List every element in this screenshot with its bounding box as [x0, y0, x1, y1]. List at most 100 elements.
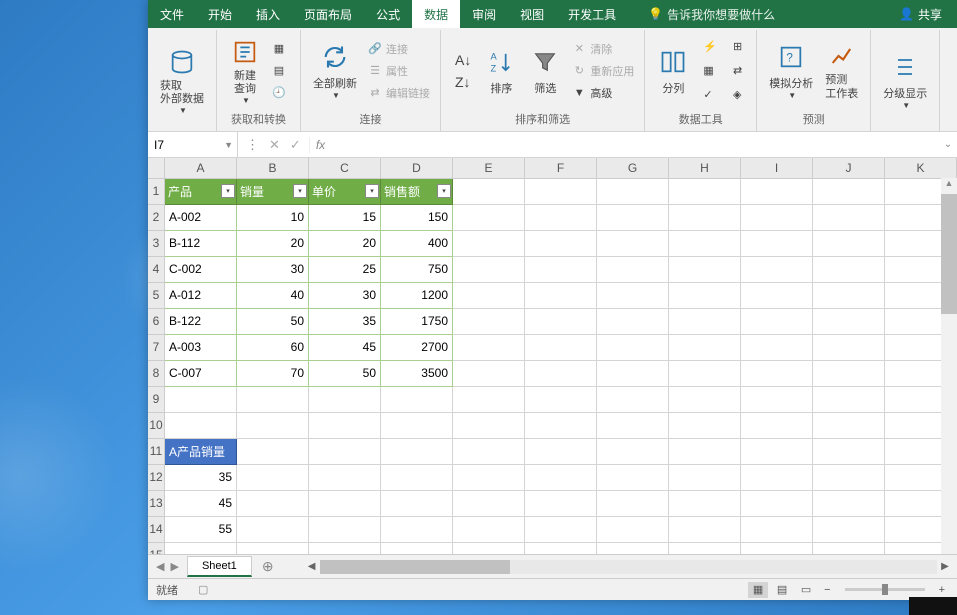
filter-dropdown-button[interactable]: ▾	[293, 184, 307, 198]
cell[interactable]	[597, 360, 669, 386]
row-header[interactable]: 11	[148, 438, 165, 464]
cell[interactable]	[597, 438, 669, 464]
cell[interactable]	[309, 542, 381, 554]
spreadsheet-grid[interactable]: ABCDEFGHIJK1产品▾销量▾单价▾销售额▾2A-00210151503B…	[148, 158, 957, 554]
cell[interactable]	[165, 412, 237, 438]
cell[interactable]	[525, 542, 597, 554]
sort-button[interactable]: AZ 排序	[479, 32, 523, 109]
cell[interactable]	[525, 464, 597, 490]
cell[interactable]	[813, 334, 885, 360]
cell[interactable]	[813, 438, 885, 464]
fx-label[interactable]: fx	[310, 138, 331, 152]
cell[interactable]	[597, 282, 669, 308]
cell[interactable]	[669, 438, 741, 464]
text-to-columns-button[interactable]: 分列	[651, 32, 695, 109]
cell[interactable]	[237, 438, 309, 464]
cell[interactable]	[669, 334, 741, 360]
row-header[interactable]: 15	[148, 542, 165, 554]
zoom-out-button[interactable]: −	[820, 584, 834, 596]
zoom-slider[interactable]	[845, 588, 925, 591]
row-header[interactable]: 7	[148, 334, 165, 360]
zoom-in-button[interactable]: +	[935, 584, 949, 596]
cell[interactable]	[813, 360, 885, 386]
cell[interactable]	[453, 230, 525, 256]
cell[interactable]	[669, 464, 741, 490]
cell[interactable]	[453, 282, 525, 308]
cell[interactable]	[453, 438, 525, 464]
cell[interactable]	[741, 256, 813, 282]
cell[interactable]: 30	[309, 282, 381, 308]
cell[interactable]	[741, 412, 813, 438]
cell[interactable]	[165, 542, 237, 554]
scrollbar-thumb[interactable]	[941, 194, 957, 314]
filter-button[interactable]: 筛选	[523, 32, 567, 109]
sort-desc-button[interactable]: Z↓	[451, 71, 475, 93]
filter-dropdown-button[interactable]: ▾	[365, 184, 379, 198]
cell[interactable]	[597, 516, 669, 542]
row-header[interactable]: 13	[148, 490, 165, 516]
refresh-all-button[interactable]: 全部刷新 ▼	[307, 32, 363, 109]
manage-data-model-button[interactable]: ◈	[729, 84, 746, 106]
new-query-button[interactable]: 新建 查询 ▼	[223, 32, 267, 109]
add-sheet-button[interactable]: ⊕	[252, 558, 284, 575]
menu-view[interactable]: 视图	[508, 0, 556, 28]
macro-record-icon[interactable]: ▢	[198, 583, 208, 596]
cell[interactable]	[309, 438, 381, 464]
cell[interactable]	[597, 178, 669, 204]
cell[interactable]: 1750	[381, 308, 453, 334]
cell[interactable]	[237, 490, 309, 516]
row-header[interactable]: 5	[148, 282, 165, 308]
column-header[interactable]: A	[165, 158, 237, 178]
cell[interactable]	[669, 256, 741, 282]
remove-duplicates-button[interactable]: ▦	[699, 60, 721, 82]
row-header[interactable]: 8	[148, 360, 165, 386]
cell[interactable]: 35	[309, 308, 381, 334]
filter-dropdown-button[interactable]: ▾	[437, 184, 451, 198]
column-header[interactable]: G	[597, 158, 669, 178]
cell[interactable]	[453, 178, 525, 204]
cell[interactable]: 70	[237, 360, 309, 386]
cell[interactable]: 10	[237, 204, 309, 230]
cell[interactable]: 60	[237, 334, 309, 360]
cell[interactable]: C-007	[165, 360, 237, 386]
cell[interactable]	[525, 308, 597, 334]
cell[interactable]	[741, 464, 813, 490]
cell[interactable]	[381, 516, 453, 542]
row-header[interactable]: 3	[148, 230, 165, 256]
page-layout-view-button[interactable]: ▤	[772, 582, 792, 598]
advanced-filter-button[interactable]: ▼高级	[567, 82, 638, 104]
cell[interactable]	[597, 386, 669, 412]
cell[interactable]	[741, 516, 813, 542]
cell[interactable]	[741, 490, 813, 516]
menu-pagelayout[interactable]: 页面布局	[292, 0, 364, 28]
cell[interactable]	[381, 464, 453, 490]
cell[interactable]	[741, 282, 813, 308]
cell[interactable]	[597, 230, 669, 256]
cell[interactable]	[381, 412, 453, 438]
cell[interactable]: 30	[237, 256, 309, 282]
cell[interactable]	[741, 204, 813, 230]
cell[interactable]: 40	[237, 282, 309, 308]
cell[interactable]	[813, 256, 885, 282]
cell[interactable]	[741, 360, 813, 386]
menu-insert[interactable]: 插入	[244, 0, 292, 28]
cell[interactable]	[597, 490, 669, 516]
sort-asc-button[interactable]: A↓	[451, 49, 475, 71]
cell[interactable]	[525, 204, 597, 230]
data-validation-button[interactable]: ✓	[699, 84, 721, 106]
filter-dropdown-button[interactable]: ▾	[221, 184, 235, 198]
cell[interactable]: A-003	[165, 334, 237, 360]
cell[interactable]	[453, 516, 525, 542]
cell[interactable]	[669, 178, 741, 204]
cell[interactable]	[669, 204, 741, 230]
row-header[interactable]: 10	[148, 412, 165, 438]
vertical-scrollbar[interactable]: ▲	[941, 178, 957, 554]
cell[interactable]	[813, 308, 885, 334]
menu-home[interactable]: 开始	[196, 0, 244, 28]
menu-data[interactable]: 数据	[412, 0, 460, 28]
cell[interactable]	[597, 542, 669, 554]
column-header[interactable]: K	[885, 158, 957, 178]
cell[interactable]	[525, 360, 597, 386]
cell[interactable]	[165, 386, 237, 412]
cell[interactable]	[597, 256, 669, 282]
